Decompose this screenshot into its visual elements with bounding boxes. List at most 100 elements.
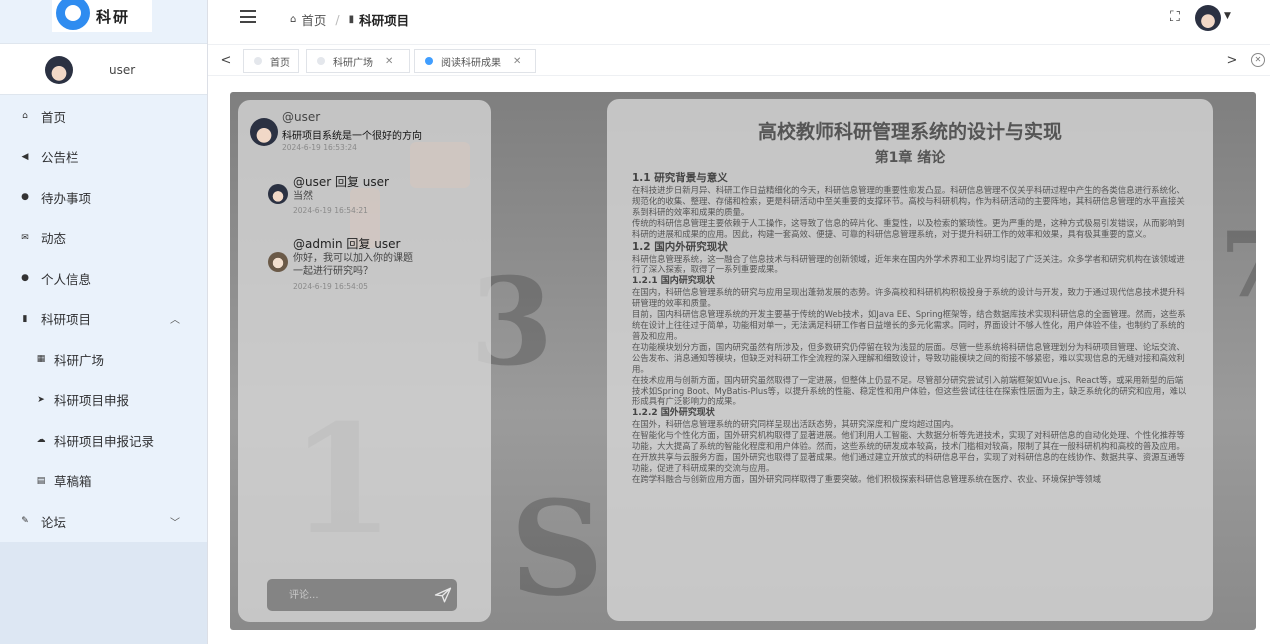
sidebar-item-project-application[interactable]: ➤ 科研项目申报 (0, 380, 207, 421)
breadcrumb-item-current: 科研项目 (359, 13, 410, 28)
home-icon: ⌂ (22, 111, 28, 122)
paragraph: 在智能化与个性化方面，国外研究机构取得了显著进展。他们利用人工智能、大数据分析等… (632, 430, 1185, 452)
comment-timestamp: 2024-6-19 16:53:24 (282, 143, 357, 152)
tab-dot-icon (425, 57, 433, 65)
subsection-heading: 1.2.1 国内研究现状 (632, 276, 715, 287)
sidebar-item-application-records[interactable]: ☁ 科研项目申报记录 (0, 420, 207, 461)
document-icon: ▤ (36, 475, 46, 486)
chevron-up-icon: ︿ (170, 315, 180, 327)
paper-title: 高校教师科研管理系统的设计与实现 (757, 121, 1062, 143)
reply-text: 当然 (293, 191, 313, 202)
fullscreen-icon[interactable]: ⛶ (1170, 9, 1180, 25)
sidebar-item-label: 科研项目 (41, 312, 92, 328)
tab-read-research-results[interactable]: 阅读科研成果 ✕ (414, 49, 536, 73)
avatar[interactable] (250, 118, 278, 146)
sidebar-item-label: 草稿箱 (54, 474, 92, 490)
comment-input[interactable] (267, 579, 457, 611)
avatar[interactable] (268, 252, 288, 272)
cloud-icon: ☁ (36, 435, 46, 446)
breadcrumb-item-home[interactable]: 首页 (301, 10, 326, 29)
reading-stage: 1 3 S 7 @user 科研项目系统是一个很好的方向 2024-6-19 1… (230, 92, 1256, 630)
sidebar-item-forum[interactable]: ✎ 论坛 ﹀ (0, 501, 207, 542)
sidebar-item-drafts[interactable]: ▤ 草稿箱 (0, 461, 207, 502)
avatar[interactable] (45, 56, 73, 84)
sidebar-item-label: 个人信息 (41, 271, 92, 287)
tab-dot-icon (317, 57, 325, 65)
app-logo-text: 科研 (96, 7, 131, 26)
background-decoration: 7 (1220, 212, 1256, 318)
chevron-down-icon: ﹀ (170, 517, 180, 529)
paper-chapter-title: 第1章 绪论 (874, 150, 946, 166)
tab-label: 科研广场 (333, 57, 373, 69)
sidebar-item-announcements[interactable]: ◀ 公告栏 (0, 137, 207, 178)
app-logo[interactable]: 科研 (52, 0, 152, 32)
sidebar-item-research-square[interactable]: ▦ 科研广场 (0, 339, 207, 380)
sidebar-item-feed[interactable]: ✉ 动态 (0, 218, 207, 259)
paper-body: 1.1 研究背景与意义 在科技进步日新月异、科研工作日益精细化的今天，科研信息管… (632, 171, 1188, 485)
paragraph: 科研信息管理系统，这一融合了信息技术与科研管理的创新领域，近年来在国内外学术界和… (632, 253, 1185, 275)
sidebar-item-label: 科研广场 (54, 352, 105, 368)
menu-toggle-icon[interactable] (240, 10, 256, 23)
grid-icon: ▦ (36, 354, 46, 365)
comment-text: 科研项目系统是一个很好的方向 (282, 131, 422, 142)
home-icon: ⌂ (290, 14, 297, 25)
tab-home[interactable]: 首页 (243, 49, 299, 73)
breadcrumb-separator: / (335, 12, 340, 27)
paper-panel: 高校教师科研管理系统的设计与实现 第1章 绪论 1.1 研究背景与意义 在科技进… (607, 99, 1213, 621)
send-icon[interactable] (434, 586, 452, 604)
chevron-right-icon[interactable]: > (1221, 50, 1243, 72)
sidebar-item-label: 科研项目申报 (54, 393, 130, 409)
comment-panel: @user 科研项目系统是一个很好的方向 2024-6-19 16:53:24 … (238, 100, 491, 622)
tab-label: 首页 (270, 57, 290, 69)
tab-bar: < 首页 科研广场 ✕ 阅读科研成果 ✕ > ✕ (208, 44, 1270, 76)
paragraph: 在技术应用与创新方面，国内研究虽然取得了一定进展，但整体上仍显不足。尽管部分研究… (632, 374, 1187, 407)
sidebar-user-card: user (0, 43, 207, 95)
tab-dot-icon (254, 57, 262, 65)
bookmark-icon: ▮ (22, 313, 28, 324)
edit-icon: ✎ (21, 516, 29, 527)
paragraph: 在跨学科融合与创新应用方面，国外研究同样取得了重要突破。他们积极探索科研信息管理… (632, 473, 1101, 484)
sidebar: 科研 user ⌂ 首页 ◀ 公告栏 ● 待办事项 ✉ 动态 ● 个人信息 ▮ … (0, 0, 208, 644)
paragraph: 在国外，科研信息管理系统的研究同样呈现出活跃态势，其研究深度和广度均超过国内。 (632, 419, 959, 430)
close-icon[interactable]: ✕ (385, 56, 393, 67)
sidebar-username: user (109, 63, 136, 77)
bookmark-icon: ▮ (348, 14, 355, 25)
sidebar-item-label: 待办事项 (41, 190, 92, 206)
sidebar-item-label: 动态 (41, 231, 67, 247)
tab-label: 阅读科研成果 (441, 57, 501, 69)
tab-research-square[interactable]: 科研广场 ✕ (306, 49, 410, 73)
section-heading: 1.2 国内外研究现状 (632, 240, 728, 253)
send-icon: ➤ (37, 394, 45, 405)
chevron-left-icon[interactable]: < (215, 50, 237, 72)
close-icon[interactable]: ✕ (513, 56, 521, 67)
comment-author[interactable]: @user (282, 110, 320, 124)
user-circle-icon: ● (21, 273, 29, 284)
sidebar-item-label: 首页 (41, 109, 67, 125)
megaphone-icon: ◀ (21, 151, 29, 162)
paragraph: 传统的科研信息管理主要依赖于人工操作，这导致了信息的碎片化、重复性，以及检索的繁… (632, 217, 1185, 239)
top-header: ⌂ 首页 / ▮ 科研项目 ⛶ ▼ (208, 0, 1270, 36)
reply-header[interactable]: @user 回复 user (293, 173, 389, 190)
subsection-heading: 1.2.2 国外研究现状 (632, 408, 715, 419)
reply-header[interactable]: @admin 回复 user (293, 235, 400, 252)
sidebar-item-label: 公告栏 (41, 150, 79, 166)
sidebar-item-profile[interactable]: ● 个人信息 (0, 258, 207, 299)
close-all-tabs-icon[interactable]: ✕ (1251, 53, 1265, 67)
sidebar-item-home[interactable]: ⌂ 首页 (0, 96, 207, 137)
avatar[interactable] (268, 184, 288, 204)
breadcrumb: ⌂ 首页 / ▮ 科研项目 (290, 10, 409, 29)
paragraph: 目前，国内科研信息管理系统的开发主要基于传统的Web技术，如Java EE、Sp… (632, 309, 1186, 341)
avatar[interactable] (1195, 5, 1221, 31)
paragraph: 在科技进步日新月异、科研工作日益精细化的今天，科研信息管理的重要性愈发凸显。科研… (632, 185, 1185, 217)
mail-icon: ✉ (21, 232, 29, 243)
reply-timestamp: 2024-6-19 16:54:05 (293, 282, 368, 291)
sidebar-item-label: 论坛 (41, 514, 67, 530)
sidebar-item-todo[interactable]: ● 待办事项 (0, 177, 207, 218)
section-heading: 1.1 研究背景与意义 (632, 172, 728, 184)
background-decoration: S (510, 472, 604, 625)
caret-down-icon[interactable]: ▼ (1224, 11, 1231, 21)
sidebar-item-research-projects[interactable]: ▮ 科研项目 ︿ (0, 299, 207, 340)
paragraph: 在国内，科研信息管理系统的研究与应用呈现出蓬勃发展的态势。许多高校和科研机构积极… (632, 287, 1185, 309)
sidebar-menu: ⌂ 首页 ◀ 公告栏 ● 待办事项 ✉ 动态 ● 个人信息 ▮ 科研项目 ︿ ▦… (0, 96, 207, 542)
paragraph: 在开放共享与云服务方面，国外研究也取得了显著成果。他们通过建立开放式的科研信息平… (632, 452, 1185, 473)
